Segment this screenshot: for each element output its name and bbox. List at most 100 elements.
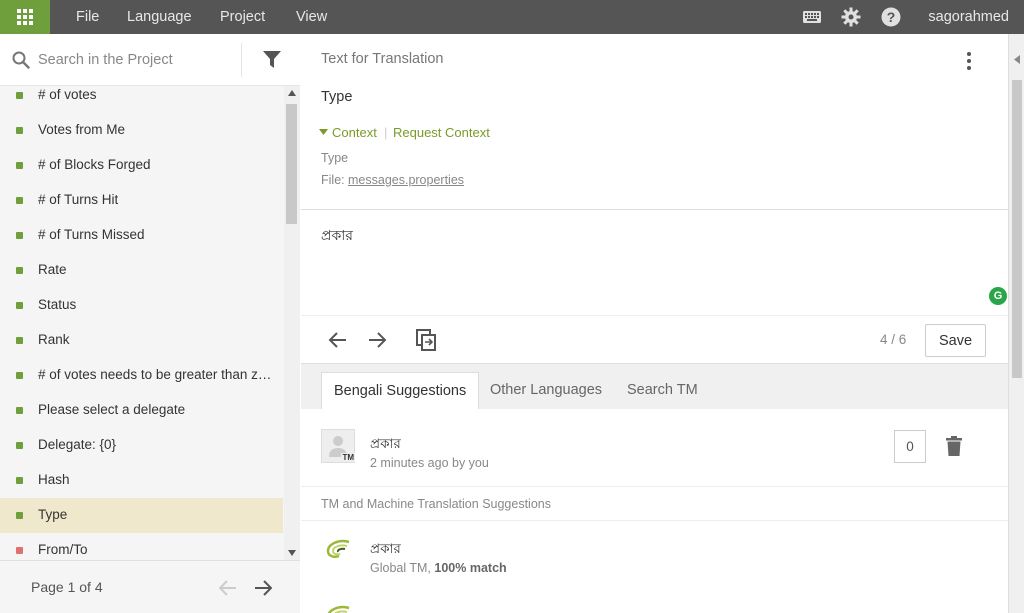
string-label: # of Turns Hit (38, 192, 119, 207)
tab-bengali-suggestions[interactable]: Bengali Suggestions (321, 372, 480, 410)
search-bar (0, 34, 300, 86)
translation-text[interactable]: প্রকার (321, 224, 353, 248)
menu-view[interactable]: View (296, 0, 327, 34)
status-dot-icon (16, 407, 23, 414)
suggestion-tabs: Bengali Suggestions Other Languages Sear… (301, 363, 1008, 410)
string-label: Rate (38, 262, 67, 277)
more-options-icon[interactable] (966, 52, 972, 70)
tm-suggestion-text[interactable]: প্রকার (370, 538, 401, 561)
editor-panel: Text for Translation Type Context | Requ… (301, 34, 1008, 613)
editor-toolbar: 4 / 6 Save (301, 315, 1008, 363)
string-list-item[interactable]: Please select a delegate (0, 393, 283, 428)
string-list-item[interactable]: # of Turns Missed (0, 218, 283, 253)
context-file-label: File: (321, 173, 345, 187)
status-dot-icon (16, 442, 23, 449)
string-label: Hash (38, 472, 70, 487)
grid-icon (17, 9, 33, 25)
string-list-item[interactable]: Status (0, 288, 283, 323)
status-dot-icon (16, 197, 23, 204)
right-scrollbar[interactable] (1008, 34, 1024, 613)
string-label: Status (38, 297, 77, 312)
scroll-up-icon[interactable] (288, 90, 296, 96)
source-text: Type (321, 89, 353, 105)
next-page-icon[interactable] (254, 580, 272, 596)
gear-icon[interactable] (841, 7, 861, 27)
string-label: Type (38, 507, 68, 522)
status-dot-icon (16, 512, 23, 519)
collapse-right-icon[interactable] (1014, 55, 1020, 64)
user-suggestion[interactable]: TM প্রকার 2 minutes ago by you 0 (301, 409, 1008, 487)
tm-suggestion-meta: Global TM, 100% match (370, 561, 507, 575)
string-list: # of votes Votes from Me # of Blocks Forge… (0, 86, 283, 560)
keyboard-icon[interactable] (802, 7, 822, 27)
context-type: Type (321, 151, 349, 165)
apps-grid-button[interactable] (0, 0, 50, 34)
page-label: Page 1 of 4 (31, 579, 103, 595)
string-label: Rank (38, 332, 70, 347)
tab-search-tm[interactable]: Search TM (615, 372, 710, 410)
string-list-item[interactable]: Hash (0, 463, 283, 498)
string-list-item[interactable]: Rank (0, 323, 283, 358)
string-label: Please select a delegate (38, 402, 186, 417)
crowdin-logo-icon (326, 539, 350, 559)
avatar: TM (321, 429, 355, 463)
scrollbar-thumb[interactable] (1012, 80, 1022, 378)
string-list-item[interactable]: Votes from Me (0, 113, 283, 148)
string-counter: 4 / 6 (880, 332, 907, 347)
status-dot-icon (16, 337, 23, 344)
string-list-item[interactable]: # of votes (0, 86, 283, 113)
string-list-item[interactable]: Type (0, 498, 283, 533)
previous-string-icon[interactable] (326, 328, 350, 352)
divider (241, 43, 242, 77)
filter-icon[interactable] (262, 50, 282, 70)
string-label: Votes from Me (38, 122, 126, 137)
menu-language[interactable]: Language (127, 0, 192, 34)
string-label: # of votes (38, 87, 97, 102)
search-input[interactable] (38, 48, 234, 72)
status-dot-icon (16, 302, 23, 309)
string-label: From/To (38, 542, 88, 557)
vote-count[interactable]: 0 (894, 430, 926, 463)
top-bar: File Language Project View ? sagorahmed (0, 0, 1024, 34)
string-list-item[interactable]: # of votes needs to be greater than z… (0, 358, 283, 393)
help-icon[interactable]: ? (881, 7, 901, 27)
username[interactable]: sagorahmed (928, 0, 1009, 34)
string-list-item[interactable]: Delegate: {0} (0, 428, 283, 463)
status-dot-icon (16, 232, 23, 239)
copy-source-icon[interactable] (414, 328, 438, 352)
suggestion-text: প্রকার (370, 436, 401, 452)
crowdin-logo-icon (327, 605, 350, 613)
source-header: Text for Translation (321, 51, 444, 67)
string-list-item[interactable]: # of Blocks Forged (0, 148, 283, 183)
tm-source: Global TM, (370, 561, 431, 575)
context-file-link[interactable]: messages.properties (348, 173, 464, 187)
status-dot-icon (16, 477, 23, 484)
grammarly-icon[interactable]: G (989, 287, 1007, 305)
string-label: # of Turns Missed (38, 227, 145, 242)
menu-project[interactable]: Project (220, 0, 265, 34)
svg-text:?: ? (887, 9, 896, 25)
chevron-down-icon[interactable] (319, 129, 328, 135)
prev-page-icon[interactable] (219, 580, 237, 596)
tm-badge: TM (341, 453, 355, 462)
tab-other-languages[interactable]: Other Languages (478, 372, 614, 410)
scrollbar-thumb[interactable] (286, 104, 297, 224)
save-button[interactable]: Save (925, 324, 986, 357)
translation-editor[interactable]: প্রকার G (301, 209, 1008, 315)
request-context-link[interactable]: Request Context (393, 125, 490, 140)
string-list-item[interactable]: Rate (0, 253, 283, 288)
divider (301, 520, 1008, 521)
trash-icon[interactable] (946, 436, 962, 456)
tm-match: 100% match (434, 561, 507, 575)
string-list-item[interactable]: # of Turns Hit (0, 183, 283, 218)
tm-section-header: TM and Machine Translation Suggestions (321, 497, 551, 511)
next-string-icon[interactable] (365, 328, 389, 352)
string-list-item[interactable]: From/To (0, 533, 283, 560)
status-dot-icon (16, 162, 23, 169)
suggestion-meta: 2 minutes ago by you (370, 456, 489, 470)
status-dot-icon (16, 92, 23, 99)
menu-file[interactable]: File (76, 0, 99, 34)
context-toggle[interactable]: Context (332, 125, 377, 140)
status-dot-icon (16, 127, 23, 134)
scroll-down-icon[interactable] (288, 550, 296, 556)
